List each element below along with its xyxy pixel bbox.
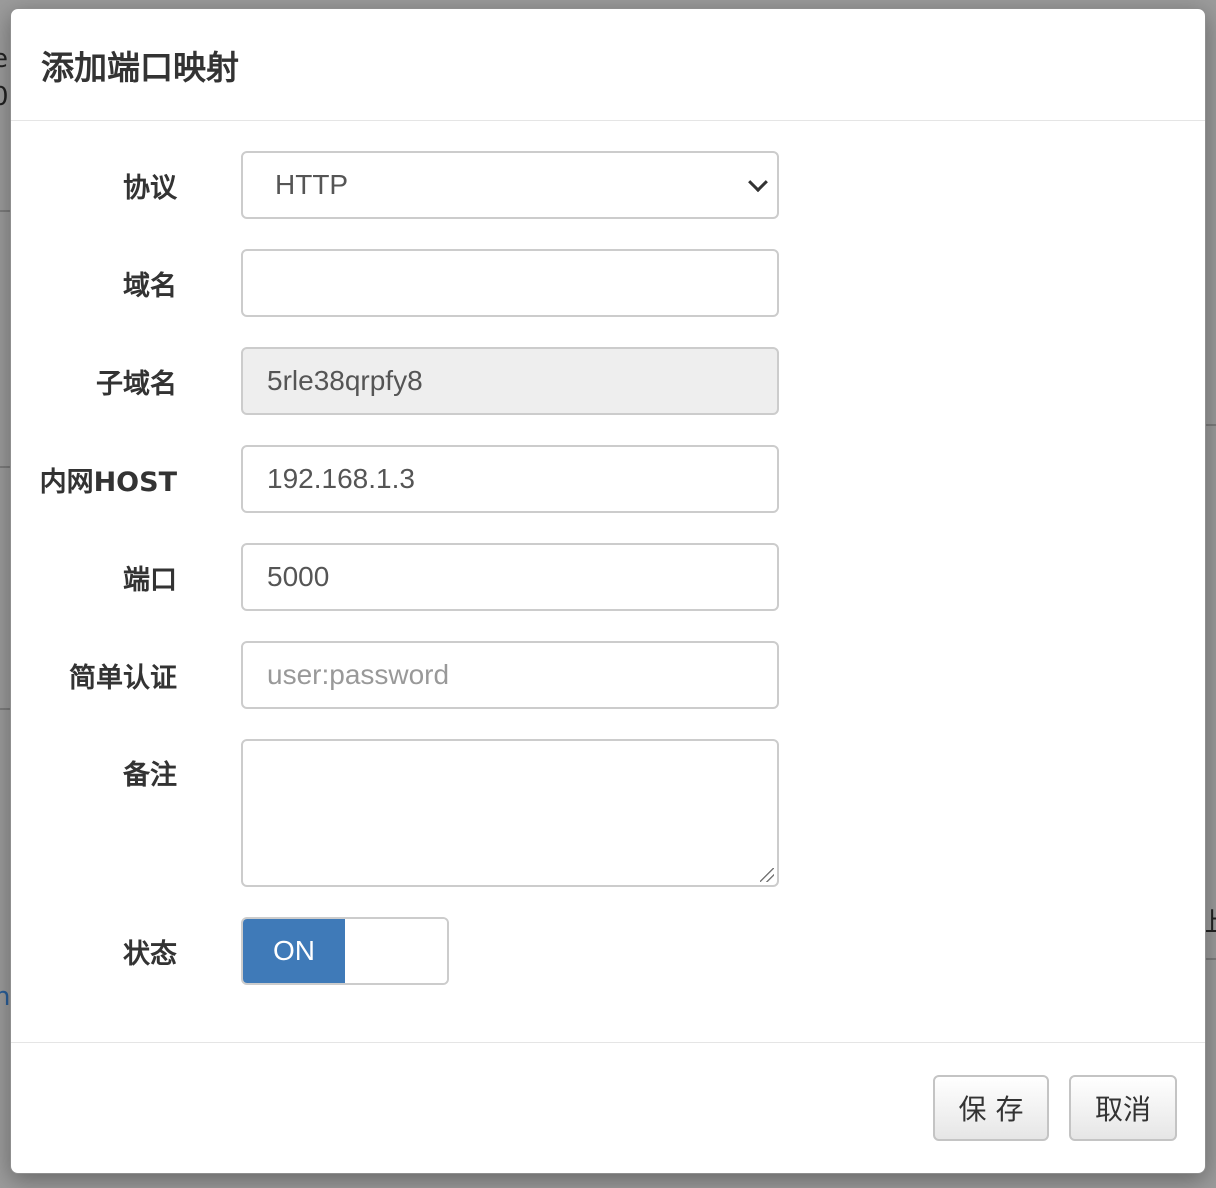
subdomain-input-value: 5rle38qrpfy8 — [267, 365, 423, 396]
status-toggle-on: ON — [243, 919, 345, 983]
protocol-select[interactable]: HTTP — [241, 151, 779, 219]
port-input[interactable]: 5000 — [241, 543, 779, 611]
auth-label: 简单认证 — [69, 662, 177, 694]
chevron-down-icon — [748, 172, 768, 193]
modal-header: 添加端口映射 — [11, 9, 1205, 121]
status-toggle-off-area — [345, 919, 447, 983]
host-input[interactable]: 192.168.1.3 — [241, 445, 779, 513]
auth-input[interactable]: user:password — [241, 641, 779, 709]
auth-row: 简单认证 user:password — [11, 641, 1205, 709]
subdomain-input[interactable]: 5rle38qrpfy8 — [241, 347, 779, 415]
status-toggle[interactable]: ON — [241, 917, 449, 985]
host-input-value: 192.168.1.3 — [267, 463, 415, 494]
port-row: 端口 5000 — [11, 543, 1205, 611]
protocol-row: 协议 HTTP — [11, 151, 1205, 219]
resize-grip-icon[interactable] — [760, 868, 774, 882]
add-port-mapping-modal: 添加端口映射 协议 HTTP 域名 子域名 5rle38qrpfy8 内网HOS… — [10, 8, 1206, 1174]
background-text-fragment: e — [0, 44, 8, 74]
auth-input-placeholder: user:password — [267, 659, 450, 690]
host-label: 内网HOST — [39, 466, 177, 498]
status-label: 状态 — [123, 938, 177, 970]
modal-title: 添加端口映射 — [41, 47, 239, 87]
subdomain-label: 子域名 — [96, 368, 177, 400]
background-link-fragment: n — [0, 982, 11, 1012]
cancel-button[interactable]: 取消 — [1069, 1075, 1177, 1141]
protocol-select-value: HTTP — [275, 169, 349, 200]
domain-input[interactable] — [241, 249, 779, 317]
domain-row: 域名 — [11, 249, 1205, 317]
subdomain-row: 子域名 5rle38qrpfy8 — [11, 347, 1205, 415]
status-row: 状态 ON — [11, 917, 1205, 985]
port-label: 端口 — [123, 564, 177, 596]
host-row: 内网HOST 192.168.1.3 — [11, 445, 1205, 513]
remark-label: 备注 — [123, 760, 177, 791]
port-input-value: 5000 — [267, 561, 330, 592]
domain-label: 域名 — [123, 270, 177, 302]
remark-textarea[interactable] — [241, 739, 779, 887]
modal-footer: 保 存 取消 — [11, 1042, 1205, 1173]
remark-row: 备注 — [11, 739, 1205, 887]
save-button[interactable]: 保 存 — [933, 1075, 1049, 1141]
protocol-label: 协议 — [123, 172, 177, 204]
